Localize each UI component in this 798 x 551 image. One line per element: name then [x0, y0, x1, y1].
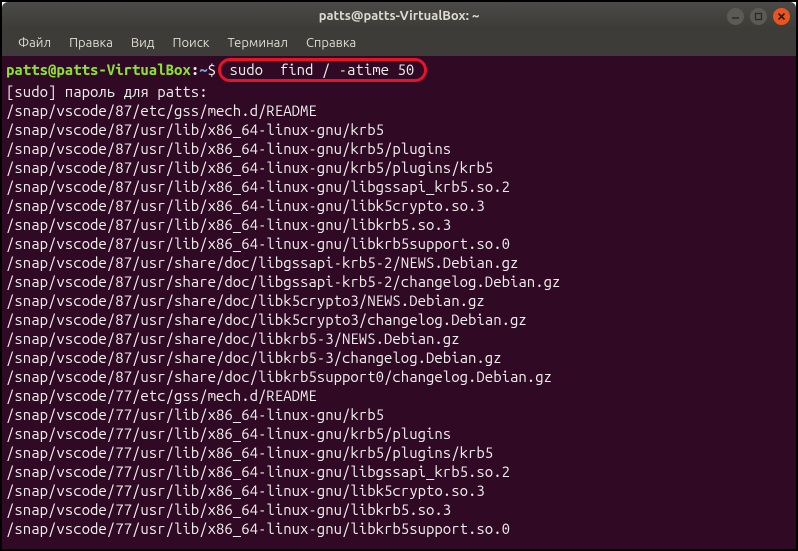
prompt-path: ~	[199, 61, 207, 78]
prompt-userhost: patts@patts-VirtualBox	[6, 61, 191, 78]
output-line: /snap/vscode/77/usr/lib/x86_64-linux-gnu…	[6, 463, 510, 480]
output-line: /snap/vscode/87/usr/lib/x86_64-linux-gnu…	[6, 159, 493, 176]
output-line: /snap/vscode/87/usr/share/doc/libgssapi-…	[6, 273, 560, 290]
output-line: /snap/vscode/87/usr/lib/x86_64-linux-gnu…	[6, 235, 510, 252]
output-line: /snap/vscode/87/usr/lib/x86_64-linux-gnu…	[6, 140, 451, 157]
output-line: /snap/vscode/77/usr/lib/x86_64-linux-gnu…	[6, 501, 451, 518]
command-text: sudo find / -atime 50	[229, 61, 414, 78]
output-line: /snap/vscode/87/usr/share/doc/libk5crypt…	[6, 311, 527, 328]
output-line: /snap/vscode/87/usr/lib/x86_64-linux-gnu…	[6, 178, 510, 195]
output-line: /snap/vscode/87/usr/share/doc/libk5crypt…	[6, 292, 485, 309]
output-line: /snap/vscode/87/usr/share/doc/libkrb5-3/…	[6, 349, 502, 366]
window-controls	[727, 8, 790, 25]
menu-help[interactable]: Справка	[298, 33, 364, 53]
window-title: patts@patts-VirtualBox: ~	[319, 9, 480, 23]
output-line: /snap/vscode/77/usr/lib/x86_64-linux-gnu…	[6, 425, 451, 442]
output-line: /snap/vscode/87/usr/share/doc/libkrb5sup…	[6, 368, 552, 385]
output-line: /snap/vscode/87/usr/share/doc/libkrb5-3/…	[6, 330, 460, 347]
menu-terminal[interactable]: Терминал	[219, 33, 295, 53]
command-highlight-oval: sudo find / -atime 50	[218, 58, 427, 82]
titlebar: patts@patts-VirtualBox: ~	[2, 2, 796, 30]
output-line: /snap/vscode/87/usr/lib/x86_64-linux-gnu…	[6, 216, 451, 233]
terminal-area[interactable]: patts@patts-VirtualBox:~$ sudo find / -a…	[2, 56, 796, 549]
menubar: Файл Правка Вид Поиск Терминал Справка	[2, 30, 796, 56]
menu-edit[interactable]: Правка	[61, 33, 121, 53]
output-line: /snap/vscode/77/usr/lib/x86_64-linux-gnu…	[6, 520, 510, 537]
close-button[interactable]	[773, 8, 790, 25]
menu-file[interactable]: Файл	[10, 33, 59, 53]
output-lines-container: /snap/vscode/87/etc/gss/mech.d/README /s…	[6, 101, 792, 538]
output-line: /snap/vscode/87/etc/gss/mech.d/README	[6, 102, 317, 119]
output-line: /snap/vscode/77/etc/gss/mech.d/README	[6, 387, 317, 404]
output-line: /snap/vscode/87/usr/lib/x86_64-linux-gnu…	[6, 197, 485, 214]
output-line: /snap/vscode/87/usr/lib/x86_64-linux-gnu…	[6, 121, 384, 138]
menu-view[interactable]: Вид	[123, 33, 163, 53]
output-line: /snap/vscode/77/usr/lib/x86_64-linux-gnu…	[6, 482, 485, 499]
maximize-button[interactable]	[750, 8, 767, 25]
minimize-button[interactable]	[727, 8, 744, 25]
prompt-colon: :	[191, 61, 199, 78]
menu-search[interactable]: Поиск	[164, 33, 217, 53]
prompt-symbol: $	[208, 61, 216, 78]
output-line: /snap/vscode/77/usr/lib/x86_64-linux-gnu…	[6, 444, 493, 461]
output-line: /snap/vscode/87/usr/share/doc/libgssapi-…	[6, 254, 518, 271]
output-line: /snap/vscode/77/usr/lib/x86_64-linux-gnu…	[6, 406, 384, 423]
sudo-prompt-line: [sudo] пароль для patts:	[6, 83, 208, 100]
